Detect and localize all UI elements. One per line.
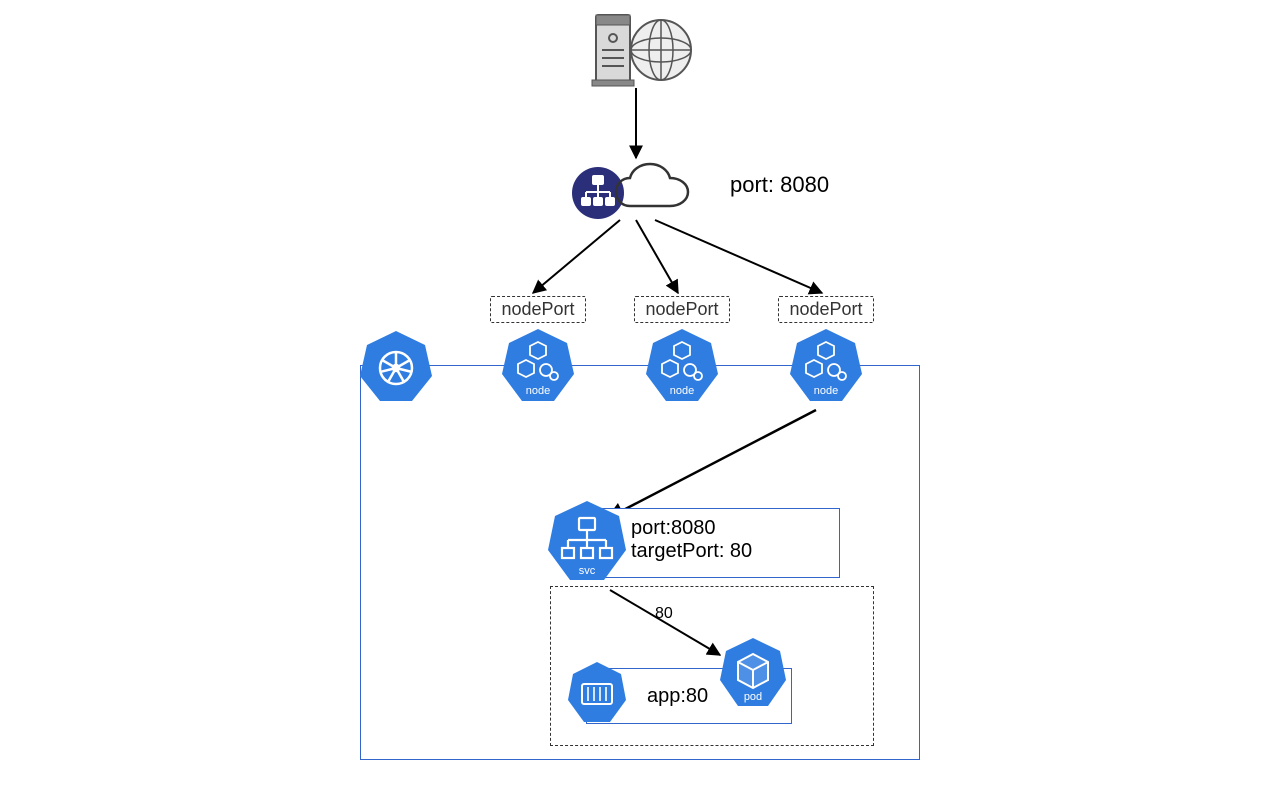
kubernetes-icon [358,328,434,409]
svg-text:svc: svc [579,565,596,577]
node-icon-2: node [644,326,720,411]
nodeport-label-3: nodePort [778,296,874,323]
svg-text:pod: pod [744,691,762,703]
service-targetport-label: targetPort: 80 [631,540,827,563]
service-port-label: port:8080 [631,517,827,540]
svg-text:node: node [526,385,550,397]
container-icon [566,660,628,731]
loadbalancer-port-label: port: 8080 [730,172,829,198]
loadbalancer-icon [570,158,710,233]
svg-text:node: node [670,385,694,397]
pod-icon: pod [718,636,788,715]
pod-app-label: app:80 [647,685,708,708]
nodeport-label-2: nodePort [634,296,730,323]
svg-text:node: node [814,385,838,397]
node-icon-1: node [500,326,576,411]
service-icon: svc [546,498,628,591]
node-icon-3: node [788,326,864,411]
internet-server-icon [586,10,696,95]
nodeport-label-1: nodePort [490,296,586,323]
